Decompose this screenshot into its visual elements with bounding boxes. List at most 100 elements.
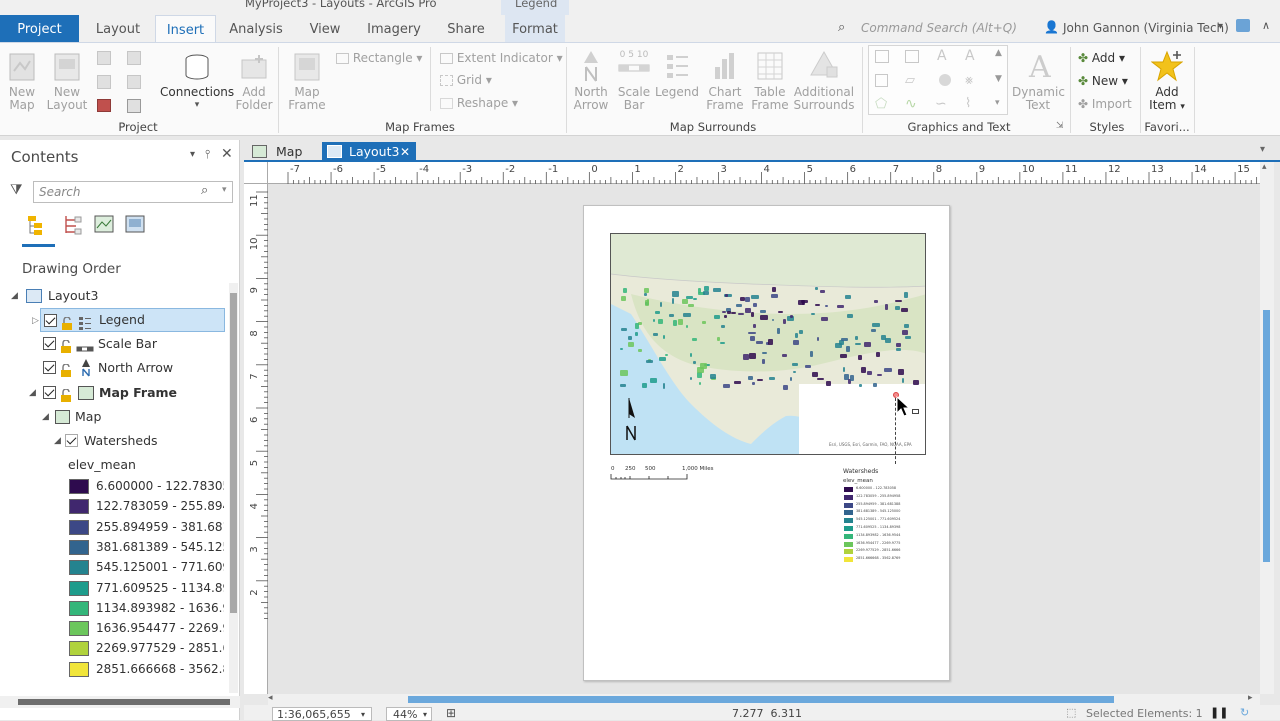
task-icon[interactable] (97, 99, 111, 112)
class-swatch[interactable] (69, 519, 89, 535)
expand-icon[interactable]: ▷ (32, 309, 39, 333)
scrollbar-thumb[interactable] (230, 293, 237, 613)
lock-icon[interactable] (60, 386, 74, 402)
lock-icon[interactable] (61, 314, 75, 330)
tab-insert[interactable]: Insert (155, 15, 216, 43)
tab-share[interactable]: Share (436, 15, 496, 42)
polygon-graphic-icon[interactable]: ▱ (905, 73, 915, 88)
tree-item-map-frame[interactable]: ◢ Map Frame (0, 381, 228, 405)
additional-surrounds-button[interactable]: Additional Surrounds (792, 49, 856, 112)
lock-icon[interactable] (60, 337, 74, 353)
polyline-icon[interactable]: ∿ (905, 96, 917, 112)
collapse-icon[interactable]: ◢ (11, 284, 18, 308)
collapse-icon[interactable]: ◢ (42, 405, 49, 429)
pause-icon[interactable]: ❚❚ (1210, 706, 1228, 719)
tab-analysis[interactable]: Analysis (224, 15, 288, 42)
dialog-launcher-icon[interactable]: ⇲ (1056, 121, 1064, 131)
import-style-button[interactable]: ✤ Import (1078, 95, 1132, 113)
layout-page[interactable]: Esri, USGS, Esri, Garmin, FAO, NOAA, EPA… (583, 205, 950, 681)
pane-menu-icon[interactable]: ▾ (190, 149, 195, 160)
visibility-checkbox[interactable] (43, 337, 56, 350)
tab-format[interactable]: Format (505, 15, 565, 42)
tree-item-north-arrow[interactable]: North Arrow (0, 356, 228, 380)
map-frame[interactable]: Esri, USGS, Esri, Garmin, FAO, NOAA, EPA (610, 233, 926, 455)
resize-handle[interactable] (912, 409, 919, 414)
command-search-input[interactable]: Command Search (Alt+Q) (861, 21, 1017, 35)
vertical-ruler[interactable]: 11 10 9 8 7 6 5 4 3 2 (244, 184, 268, 694)
class-swatch[interactable] (69, 641, 89, 657)
class-swatch[interactable] (69, 479, 89, 494)
report-icon[interactable] (97, 75, 111, 89)
search-icon[interactable]: ⌕ (201, 183, 208, 198)
contents-horizontal-scrollbar[interactable] (0, 696, 240, 708)
copy-icon[interactable] (127, 51, 141, 65)
scale-bar-button[interactable]: 0 5 10 Scale Bar (614, 49, 654, 112)
toolbox-icon[interactable] (127, 75, 141, 89)
tab-view[interactable]: View (298, 15, 352, 42)
tree-item-scale-bar[interactable]: Scale Bar (0, 332, 228, 356)
refresh-icon[interactable]: ↻ (1240, 706, 1249, 719)
class-swatch[interactable] (69, 621, 89, 637)
tree-item-map[interactable]: ◢ Map (0, 405, 228, 429)
filter-icon[interactable]: ⧩ (10, 182, 23, 198)
north-arrow-button[interactable]: North Arrow (570, 49, 612, 112)
map-frame-button[interactable]: Map Frame (284, 51, 330, 112)
collapse-icon[interactable]: ◢ (29, 381, 36, 405)
ribbon-minimize-icon[interactable]: ∧ (1262, 19, 1270, 32)
new-layout-button[interactable]: New Layout (44, 51, 90, 112)
canvas-horizontal-scrollbar[interactable]: ◂ ▸ (268, 693, 1260, 705)
search-input[interactable]: Search ⌕ ▾ (33, 181, 233, 203)
add-style-button[interactable]: ✤ Add ▾ (1078, 49, 1125, 67)
extent-indicator-button[interactable]: Extent Indicator ▾ (440, 49, 563, 67)
curve-icon[interactable]: ∽ (935, 96, 947, 112)
new-map-button[interactable]: New Map (4, 51, 40, 112)
gallery-scroll-up[interactable]: ▲ (995, 48, 1002, 58)
class-swatch[interactable] (69, 661, 89, 677)
tree-item-layout[interactable]: ◢ Layout3 (0, 284, 228, 308)
tab-imagery[interactable]: Imagery (362, 15, 426, 42)
class-swatch[interactable] (69, 499, 89, 515)
dynamic-text-button[interactable]: A Dynamic Text (1012, 49, 1065, 112)
circle-graphic-icon[interactable] (939, 74, 951, 86)
scale-bar-element[interactable]: 0 250 500 1,000 Miles (610, 466, 720, 484)
table-frame-button[interactable]: Table Frame (750, 49, 790, 112)
add-folder-button[interactable]: Add Folder (234, 51, 274, 112)
scroll-right-icon[interactable]: ▸ (1248, 693, 1253, 703)
class-swatch[interactable] (69, 560, 89, 576)
lock-icon[interactable] (60, 361, 74, 377)
graphics-gallery[interactable]: A A ▱ ⨳ ⬠ ∿ ∽ ⌇ ▲ ▼ ▾ (868, 45, 1008, 115)
connections-button[interactable]: Connections ▾ (160, 51, 234, 112)
contents-vertical-scrollbar[interactable] (229, 283, 238, 693)
visibility-checkbox[interactable] (65, 434, 78, 447)
scrollbar-thumb[interactable] (1263, 310, 1270, 562)
grid-button[interactable]: Grid ▾ (440, 71, 492, 89)
notification-icon[interactable] (1236, 19, 1250, 32)
scrollbar-thumb[interactable] (18, 699, 230, 705)
reshape-button[interactable]: Reshape ▾ (440, 94, 518, 112)
list-by-selection-icon[interactable] (62, 214, 84, 236)
list-by-type-icon[interactable] (124, 214, 148, 236)
visibility-checkbox[interactable] (43, 386, 56, 399)
zoom-selector[interactable]: 44% ▾ (386, 707, 432, 721)
rectangle-graphic-icon[interactable] (875, 74, 888, 87)
visibility-checkbox[interactable] (43, 361, 56, 374)
scale-selector[interactable]: 1:36,065,655 ▾ (272, 707, 372, 721)
horizontal-ruler[interactable]: -7 -6 -5 -4 -3 -2 -1 0 1 2 3 4 5 6 7 8 9 10 11 12 13 14 15 (268, 162, 1260, 184)
tab-map[interactable]: Map (248, 142, 320, 162)
class-swatch[interactable] (69, 539, 89, 555)
chart-frame-button[interactable]: Chart Frame (702, 49, 748, 112)
gallery-expand[interactable]: ▾ (995, 98, 1000, 108)
scrollbar-thumb[interactable] (408, 696, 1114, 703)
text-graphic-icon[interactable] (875, 50, 889, 63)
chevron-down-icon[interactable]: ▾ (1218, 21, 1223, 32)
north-arrow-element[interactable] (625, 396, 637, 442)
tab-layout3[interactable]: Layout3 ✕ (322, 142, 416, 162)
grid-toggle-icon[interactable]: ⊞ (446, 706, 456, 720)
callout-icon[interactable] (905, 50, 919, 63)
scroll-left-icon[interactable]: ◂ (268, 693, 273, 703)
import-map-icon[interactable] (97, 51, 111, 65)
tab-list-icon[interactable]: ▾ (1260, 144, 1265, 155)
add-item-button[interactable]: Add Item ▾ (1144, 49, 1190, 114)
line-chart-graphic-icon[interactable]: ⨳ (965, 73, 973, 88)
tab-project[interactable]: Project (0, 15, 79, 42)
